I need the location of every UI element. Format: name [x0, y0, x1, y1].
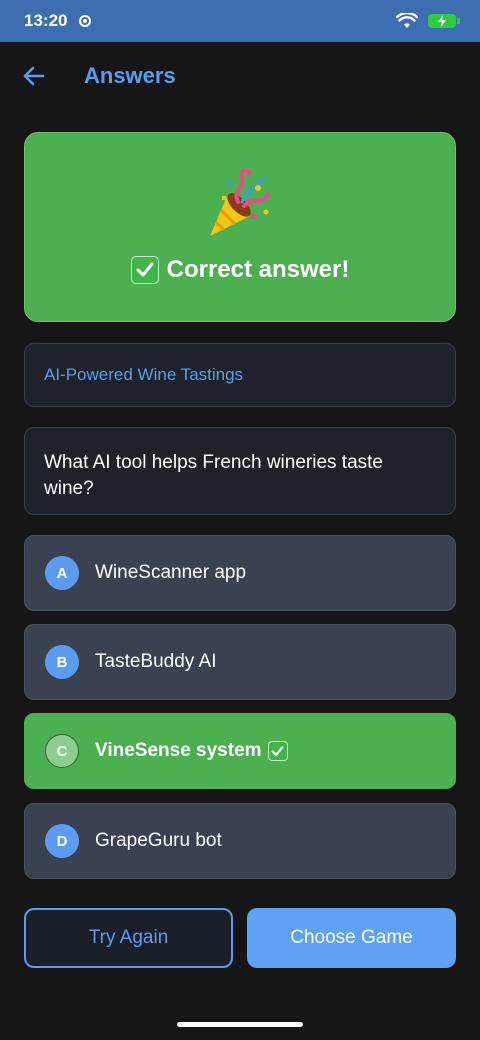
notification-dot-icon	[79, 15, 92, 27]
option-letter-badge: D	[45, 824, 79, 858]
option-text: VineSense system	[95, 740, 262, 761]
choose-game-button[interactable]: Choose Game	[247, 908, 456, 968]
wifi-icon	[396, 13, 418, 28]
result-banner: Correct answer!	[24, 132, 456, 322]
question-text: What AI tool helps French wineries taste…	[24, 427, 456, 515]
arrow-left-icon	[23, 66, 45, 86]
status-bar: 13:20	[0, 0, 480, 42]
option-text: GrapeGuru bot	[95, 830, 222, 851]
answer-option-c[interactable]: C VineSense system	[24, 713, 456, 789]
try-again-button[interactable]: Try Again	[24, 908, 233, 968]
answer-option-d[interactable]: D GrapeGuru bot	[24, 803, 456, 879]
option-text: TasteBuddy AI	[95, 651, 217, 672]
page-title: Answers	[84, 63, 176, 88]
app-bar: Answers	[0, 42, 480, 110]
check-mark-icon	[130, 256, 159, 284]
result-message: Correct answer!	[130, 256, 350, 284]
status-icons	[396, 13, 460, 29]
option-letter-badge: C	[45, 734, 79, 768]
answer-option-b[interactable]: B TasteBuddy AI	[24, 624, 456, 700]
category-label: AI-Powered Wine Tastings	[24, 343, 456, 407]
option-letter-badge: A	[45, 556, 79, 590]
option-text: WineScanner app	[95, 562, 247, 583]
option-letter-badge: B	[45, 645, 79, 679]
home-indicator[interactable]	[177, 1022, 303, 1027]
result-label: Correct answer!	[166, 256, 350, 283]
battery-icon	[428, 14, 460, 28]
answer-option-a[interactable]: A WineScanner app	[24, 535, 456, 611]
check-mark-icon	[267, 741, 288, 761]
back-button[interactable]	[20, 62, 48, 90]
status-time: 13:20	[24, 11, 68, 30]
party-popper-icon	[210, 168, 270, 236]
